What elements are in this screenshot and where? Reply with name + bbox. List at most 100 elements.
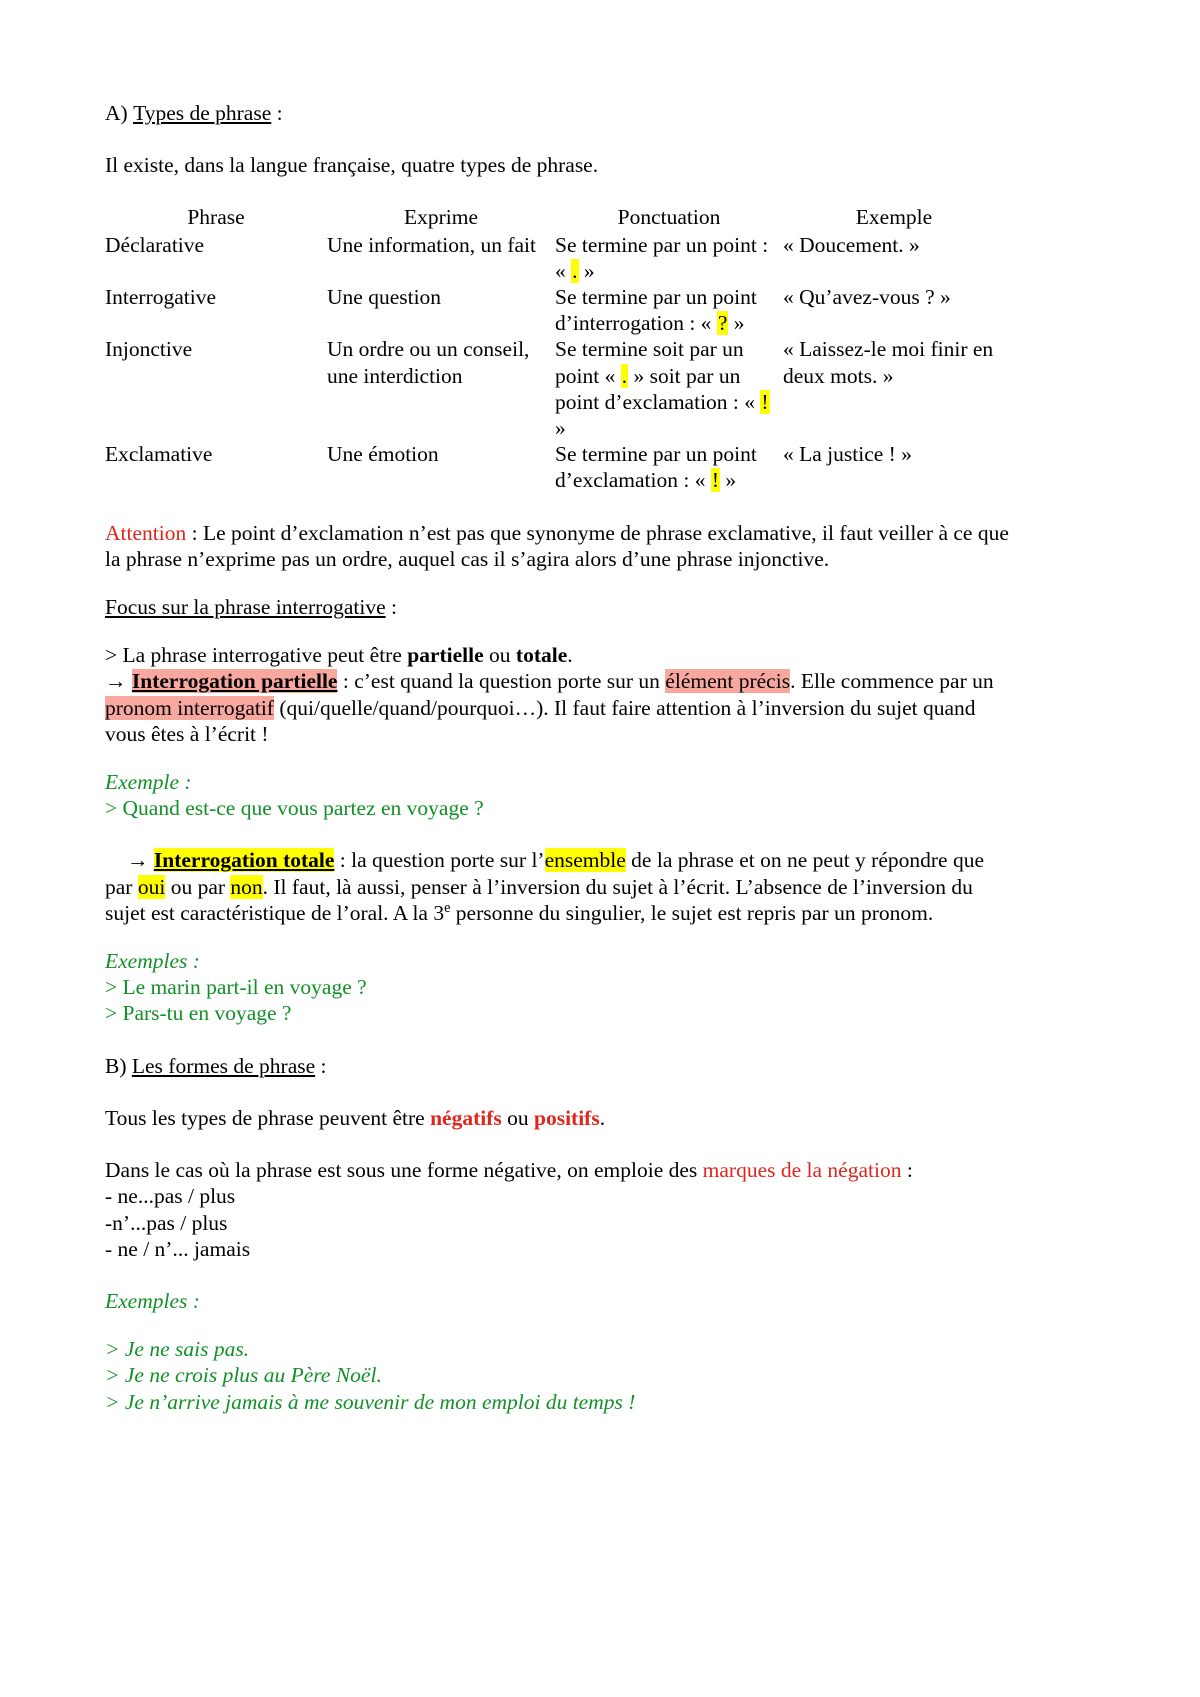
example-totale-line-2: > Pars-tu en voyage ? <box>105 1001 292 1026</box>
types-de-phrase-table: Phrase Exprime Ponctuation Exemple Décla… <box>105 204 1005 493</box>
cell-ponctuation: Se termine par un point d’exclamation : … <box>555 441 783 493</box>
column-header-ponctuation: Ponctuation <box>617 205 721 230</box>
partielle-lead-end: . <box>567 643 573 668</box>
negation-mark-2: -n’...pas / plus <box>105 1210 228 1235</box>
examples-negation-label-colon: : <box>187 1288 200 1313</box>
attention-body: : Le point d’exclamation n’est pas que s… <box>105 520 1009 571</box>
examples-negation-label-text: Exemples <box>105 1288 188 1313</box>
table-header-row: Phrase Exprime Ponctuation Exemple <box>105 204 1005 231</box>
attention-paragraph: Attention : Le point d’exclamation n’est… <box>105 520 1010 572</box>
negation-intro-pre: Dans le cas où la phrase est sous une fo… <box>105 1158 703 1183</box>
example-label-text: Exemple <box>105 770 180 795</box>
document-page: A) Types de phrase : Il existe, dans la … <box>0 0 1200 1697</box>
focus-title: Focus sur la phrase interrogative <box>105 595 386 620</box>
punctuation-mark-highlight: . <box>620 363 629 388</box>
partielle-lead: > La phrase interrogative peut être part… <box>105 642 1010 668</box>
negation-mark-1: - ne...pas / plus <box>105 1184 236 1209</box>
section-a-heading: A) Types de phrase : <box>105 100 1010 126</box>
partielle-bold-partielle: partielle <box>407 643 484 668</box>
formes-line-pre: Tous les types de phrase peuvent être <box>105 1105 431 1130</box>
ponctuation-text-end: » <box>720 468 737 493</box>
cell-phrase: Exclamative <box>105 442 213 467</box>
element-precis-highlight: élément précis <box>665 669 791 694</box>
pronom-interrogatif-highlight: pronom interrogatif <box>105 695 274 720</box>
table-row: Injonctive Un ordre ou un conseil, une i… <box>105 336 1005 441</box>
section-b-heading: B) Les formes de phrase : <box>105 1053 1010 1079</box>
partielle-after-hl: . Elle commence par un <box>790 669 994 694</box>
negation-intro: Dans le cas où la phrase est sous une fo… <box>105 1157 1010 1183</box>
attention-keyword: Attention <box>105 520 187 545</box>
positifs-keyword: positifs <box>534 1105 600 1130</box>
cell-exemple: « Doucement. » <box>783 232 920 257</box>
section-b-colon: : <box>315 1053 327 1078</box>
punctuation-mark-highlight-2: ! <box>760 389 770 414</box>
arrow-icon: → <box>127 848 149 873</box>
example-totale-line-1: > Le marin part-il en voyage ? <box>105 975 367 1000</box>
examples-label-text: Exemples <box>105 949 188 974</box>
partielle-lead-pre: > La phrase interrogative peut être <box>105 643 408 668</box>
arrow-icon: → <box>105 669 127 694</box>
focus-heading: Focus sur la phrase interrogative : <box>105 594 1010 620</box>
section-a-intro: Il existe, dans la langue française, qua… <box>105 153 599 178</box>
partielle-definition: → Interrogation partielle : c’est quand … <box>105 668 1010 747</box>
section-a-label: A) <box>105 101 128 125</box>
cell-exemple: « La justice ! » <box>783 442 912 467</box>
totale-mid: ou par <box>165 874 231 899</box>
negation-intro-post: : <box>901 1158 913 1183</box>
table-row: Interrogative Une question Se termine pa… <box>105 284 1005 336</box>
ponctuation-text-end: » <box>555 416 566 441</box>
example-label-colon: : <box>179 770 192 795</box>
column-header-phrase: Phrase <box>187 205 245 230</box>
cell-phrase: Interrogative <box>105 285 217 310</box>
negation-mark-3: - ne / n’... jamais <box>105 1236 251 1261</box>
formes-line-end: . <box>599 1105 606 1130</box>
totale-tail-b: personne du singulier, le sujet est repr… <box>450 900 934 925</box>
formes-line-mid: ou <box>501 1105 534 1130</box>
examples-negation-label: Exemples : <box>105 1288 1010 1314</box>
table-row: Exclamative Une émotion Se termine par u… <box>105 441 1005 493</box>
cell-ponctuation: Se termine soit par un point « . » soit … <box>555 336 783 441</box>
column-header-exemple: Exemple <box>855 205 933 230</box>
partielle-after-term: : c’est quand la question porte sur un <box>337 669 666 694</box>
table-row: Déclarative Une information, un fait Se … <box>105 232 1005 284</box>
totale-after-term: : la question porte sur l’ <box>334 848 545 873</box>
column-header-exprime: Exprime <box>403 205 479 230</box>
cell-phrase: Déclarative <box>105 232 205 257</box>
section-a-colon: : <box>271 101 283 125</box>
example-negation-line-3: > Je n’arrive jamais à me souvenir de mo… <box>105 1389 636 1414</box>
totale-definition: → Interrogation totale : la question por… <box>105 847 1010 926</box>
document-body: A) Types de phrase : Il existe, dans la … <box>105 100 1010 1415</box>
punctuation-mark-highlight: ! <box>710 468 720 493</box>
partielle-term-highlight: Interrogation partielle <box>131 669 338 694</box>
non-highlight: non <box>230 874 263 899</box>
cell-exprime: Un ordre ou un conseil, une interdiction <box>327 337 530 388</box>
example-partielle-label: Exemple : <box>105 769 1010 795</box>
cell-ponctuation: Se termine par un point d’interrogation … <box>555 284 783 336</box>
cell-exemple: « Laissez-le moi finir en deux mots. » <box>783 337 994 388</box>
focus-colon: : <box>385 595 397 620</box>
ponctuation-text-end: » <box>578 258 595 283</box>
partielle-bold-totale: totale <box>515 643 568 668</box>
examples-label-colon: : <box>187 949 200 974</box>
formes-line: Tous les types de phrase peuvent être né… <box>105 1105 1010 1131</box>
cell-phrase: Injonctive <box>105 337 193 362</box>
example-negation-line-1: > Je ne sais pas. <box>105 1337 250 1362</box>
negatifs-keyword: négatifs <box>430 1105 502 1130</box>
punctuation-mark-highlight: ? <box>716 311 729 336</box>
example-partielle-line: > Quand est-ce que vous partez en voyage… <box>105 796 484 821</box>
cell-exemple: « Qu’avez-vous ? » <box>783 285 951 310</box>
section-b-label: B) <box>105 1053 127 1078</box>
cell-ponctuation: Se termine par un point : « . » <box>555 232 783 284</box>
